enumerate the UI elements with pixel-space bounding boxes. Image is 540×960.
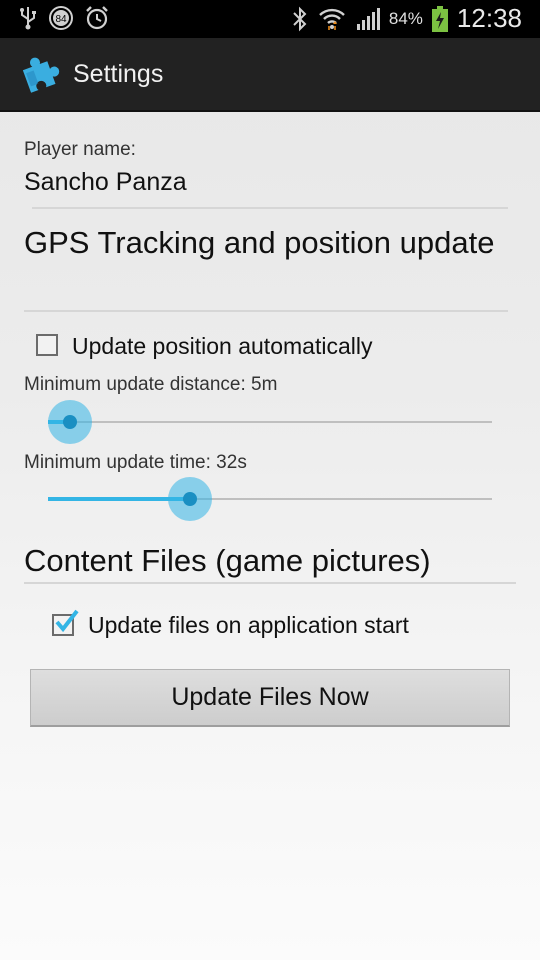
update-on-start-checkbox[interactable] (52, 609, 79, 636)
distance-label: Minimum update distance: 5m (24, 374, 278, 395)
page-title: Settings (73, 60, 164, 88)
bluetooth-icon (291, 6, 309, 32)
usb-icon (18, 5, 38, 31)
signal-icon (355, 6, 381, 32)
auto-update-checkbox[interactable] (36, 334, 58, 356)
battery-charging-icon (431, 5, 449, 33)
slider-thumb[interactable] (48, 400, 92, 444)
player-name-value: Sancho Panza (24, 168, 187, 196)
slider-track (48, 421, 492, 423)
status-bar: 84 84% 12:38 (0, 0, 540, 38)
update-on-start-row[interactable]: Update files on application start (0, 604, 540, 648)
alarm-icon (84, 5, 110, 31)
svg-text:84: 84 (55, 14, 67, 25)
player-name-label: Player name: (24, 139, 136, 160)
auto-update-row[interactable]: Update position automatically (0, 326, 540, 370)
time-slider[interactable] (48, 477, 492, 521)
time-label: Minimum update time: 32s (24, 452, 247, 473)
notification-badge-icon: 84 (48, 5, 74, 31)
divider (24, 310, 508, 312)
update-files-now-button[interactable]: Update Files Now (30, 669, 510, 727)
wifi-icon (317, 6, 347, 32)
update-on-start-label: Update files on application start (88, 612, 409, 638)
player-name-preference[interactable]: Player name: Sancho Panza (0, 130, 540, 208)
gps-section-title: GPS Tracking and position update (24, 225, 495, 260)
slider-thumb[interactable] (168, 477, 212, 521)
divider (32, 207, 508, 209)
distance-slider[interactable] (48, 400, 492, 444)
puzzle-piece-icon[interactable] (20, 52, 64, 96)
clock: 12:38 (456, 3, 522, 33)
battery-percent: 84% (388, 8, 423, 28)
action-bar: Settings (0, 38, 540, 112)
divider (24, 582, 516, 584)
checkmark-icon (55, 609, 79, 633)
content-section-title: Content Files (game pictures) (24, 543, 431, 578)
auto-update-label: Update position automatically (72, 333, 373, 359)
